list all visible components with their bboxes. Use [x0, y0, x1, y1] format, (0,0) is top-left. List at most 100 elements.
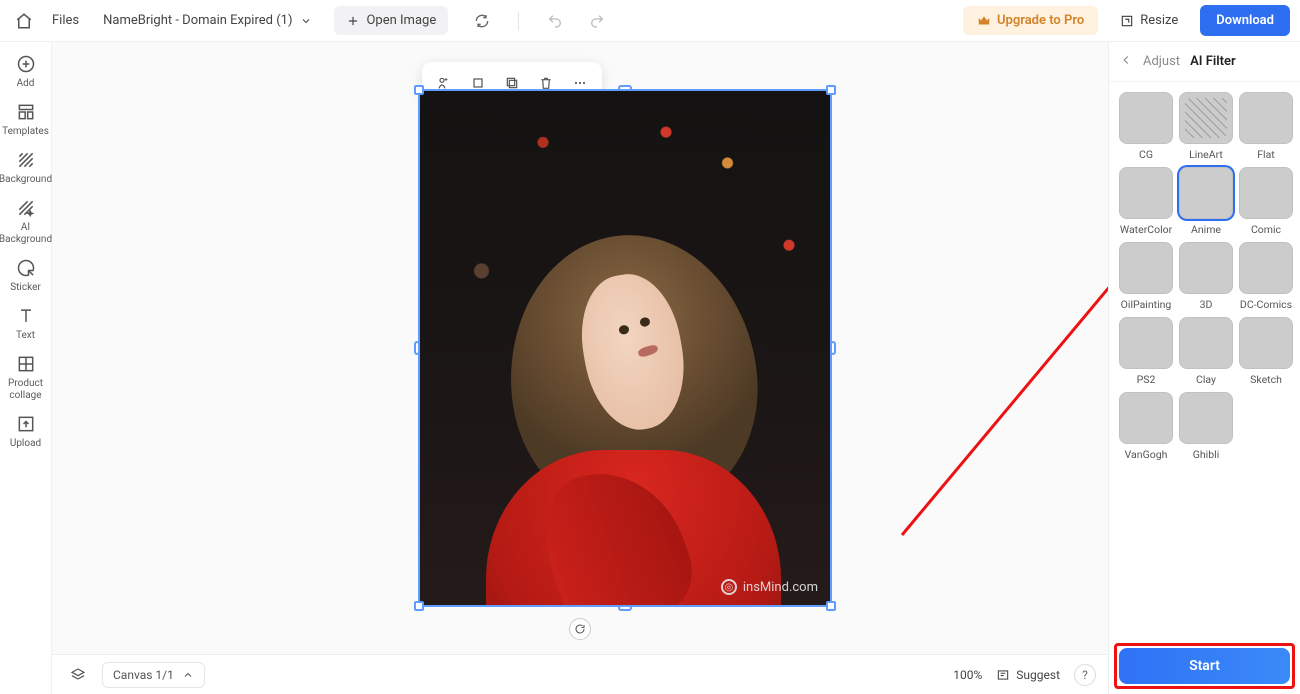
photo-content: ◎ insMind.com	[420, 91, 830, 605]
sidebar-item-product-collage[interactable]: Product collage	[2, 354, 50, 402]
canvas-pager[interactable]: Canvas 1/1	[102, 662, 205, 688]
filter-thumb	[1239, 92, 1293, 144]
zoom-level[interactable]: 100%	[953, 668, 982, 682]
filter-thumb	[1239, 167, 1293, 219]
top-bar-left: Files NameBright - Domain Expired (1) Op…	[10, 6, 611, 35]
start-button[interactable]: Start	[1119, 648, 1290, 684]
sidebar-item-sticker[interactable]: Sticker	[2, 258, 50, 294]
top-bar: Files NameBright - Domain Expired (1) Op…	[0, 0, 1300, 42]
filter-grid: CG LineArt Flat WaterColor Anime Comic O…	[1109, 82, 1300, 461]
files-link[interactable]: Files	[52, 13, 79, 28]
annotation-arrow	[892, 190, 1108, 550]
resize-handle-tl[interactable]	[414, 85, 424, 95]
suggest-label: Suggest	[1016, 668, 1060, 682]
left-sidebar: Add Templates Background AI Background S…	[0, 42, 52, 694]
filter-label: PS2	[1137, 373, 1156, 386]
filter-cg[interactable]: CG	[1119, 92, 1173, 161]
suggest-button[interactable]: Suggest	[996, 668, 1060, 682]
sidebar-item-text[interactable]: Text	[2, 306, 50, 342]
filter-thumb	[1119, 317, 1173, 369]
watermark-icon: ◎	[721, 579, 737, 595]
sidebar-label: Text	[16, 330, 35, 342]
canvas-area: ◎ insMind.com	[52, 42, 1108, 694]
filter-thumb	[1119, 92, 1173, 144]
help-label: ?	[1082, 668, 1088, 682]
sync-icon[interactable]	[468, 7, 496, 35]
filter-thumb	[1179, 317, 1233, 369]
filter-label: Clay	[1196, 373, 1216, 386]
resize-button[interactable]: Resize	[1108, 6, 1190, 35]
filter-dc-comics[interactable]: DC-Comics	[1239, 242, 1293, 311]
resize-handle-b[interactable]	[618, 605, 632, 611]
filter-label: Ghibli	[1193, 448, 1220, 461]
tab-ai-filter[interactable]: AI Filter	[1190, 54, 1236, 69]
document-name-dropdown[interactable]: NameBright - Domain Expired (1)	[103, 13, 312, 28]
chevron-up-icon	[182, 669, 194, 681]
undo-button[interactable]	[541, 7, 569, 35]
open-image-button[interactable]: Open Image	[334, 6, 448, 35]
resize-handle-br[interactable]	[826, 601, 836, 611]
bottom-bar: Canvas 1/1 100% Suggest ?	[52, 654, 1108, 694]
resize-handle-tr[interactable]	[826, 85, 836, 95]
rotate-handle[interactable]	[569, 618, 591, 640]
filter-label: Anime	[1191, 223, 1221, 236]
sidebar-label: Upload	[10, 438, 41, 450]
tab-adjust[interactable]: Adjust	[1143, 54, 1180, 69]
filter-label: DC-Comics	[1240, 298, 1292, 311]
sidebar-label: AI Background	[0, 222, 52, 246]
filter-label: CG	[1139, 148, 1153, 161]
document-name-label: NameBright - Domain Expired (1)	[103, 13, 292, 28]
filter-ghibli[interactable]: Ghibli	[1179, 392, 1233, 461]
filter-comic[interactable]: Comic	[1239, 167, 1293, 236]
download-label: Download	[1216, 13, 1274, 28]
canvas-pager-label: Canvas 1/1	[113, 668, 174, 682]
resize-handle-bl[interactable]	[414, 601, 424, 611]
filter-flat[interactable]: Flat	[1239, 92, 1293, 161]
suggest-icon	[996, 668, 1010, 682]
redo-button[interactable]	[583, 7, 611, 35]
canvas-stage[interactable]: ◎ insMind.com	[52, 42, 1108, 654]
filter-oilpainting[interactable]: OilPainting	[1119, 242, 1173, 311]
resize-handle-r[interactable]	[830, 341, 836, 355]
resize-icon	[1120, 14, 1134, 28]
top-bar-right: Upgrade to Pro Resize Download	[963, 5, 1290, 36]
filter-thumb	[1119, 242, 1173, 294]
sidebar-item-add[interactable]: Add	[2, 54, 50, 90]
download-button[interactable]: Download	[1200, 5, 1290, 36]
filter-sketch[interactable]: Sketch	[1239, 317, 1293, 386]
home-icon[interactable]	[10, 7, 38, 35]
sidebar-label: Sticker	[10, 282, 41, 294]
filter-label: OilPainting	[1121, 298, 1172, 311]
filter-anime[interactable]: Anime	[1179, 167, 1233, 236]
filter-clay[interactable]: Clay	[1179, 317, 1233, 386]
upgrade-label: Upgrade to Pro	[997, 13, 1084, 28]
filter-thumb	[1119, 392, 1173, 444]
filter-label: VanGogh	[1125, 448, 1168, 461]
sidebar-item-ai-background[interactable]: AI Background	[2, 198, 50, 246]
start-label: Start	[1189, 658, 1220, 674]
selected-image[interactable]: ◎ insMind.com	[418, 89, 832, 607]
filter-thumb	[1179, 167, 1233, 219]
filter-thumb	[1179, 392, 1233, 444]
layers-icon[interactable]	[64, 661, 92, 689]
filter-lineart[interactable]: LineArt	[1179, 92, 1233, 161]
filter-thumb	[1239, 317, 1293, 369]
resize-handle-t[interactable]	[618, 85, 632, 91]
sidebar-item-templates[interactable]: Templates	[2, 102, 50, 138]
sidebar-label: Add	[17, 78, 35, 90]
resize-label: Resize	[1140, 13, 1178, 28]
resize-handle-l[interactable]	[414, 341, 420, 355]
filter-watercolor[interactable]: WaterColor	[1119, 167, 1173, 236]
right-panel-header: Adjust AI Filter	[1109, 42, 1300, 82]
filter-3d[interactable]: 3D	[1179, 242, 1233, 311]
help-button[interactable]: ?	[1074, 664, 1096, 686]
back-icon[interactable]	[1119, 52, 1133, 71]
sidebar-item-background[interactable]: Background	[2, 150, 50, 186]
upgrade-button[interactable]: Upgrade to Pro	[963, 6, 1098, 35]
filter-thumb	[1119, 167, 1173, 219]
filter-label: WaterColor	[1120, 223, 1172, 236]
filter-ps2[interactable]: PS2	[1119, 317, 1173, 386]
sidebar-item-upload[interactable]: Upload	[2, 414, 50, 450]
filter-vangogh[interactable]: VanGogh	[1119, 392, 1173, 461]
watermark: ◎ insMind.com	[721, 579, 818, 595]
